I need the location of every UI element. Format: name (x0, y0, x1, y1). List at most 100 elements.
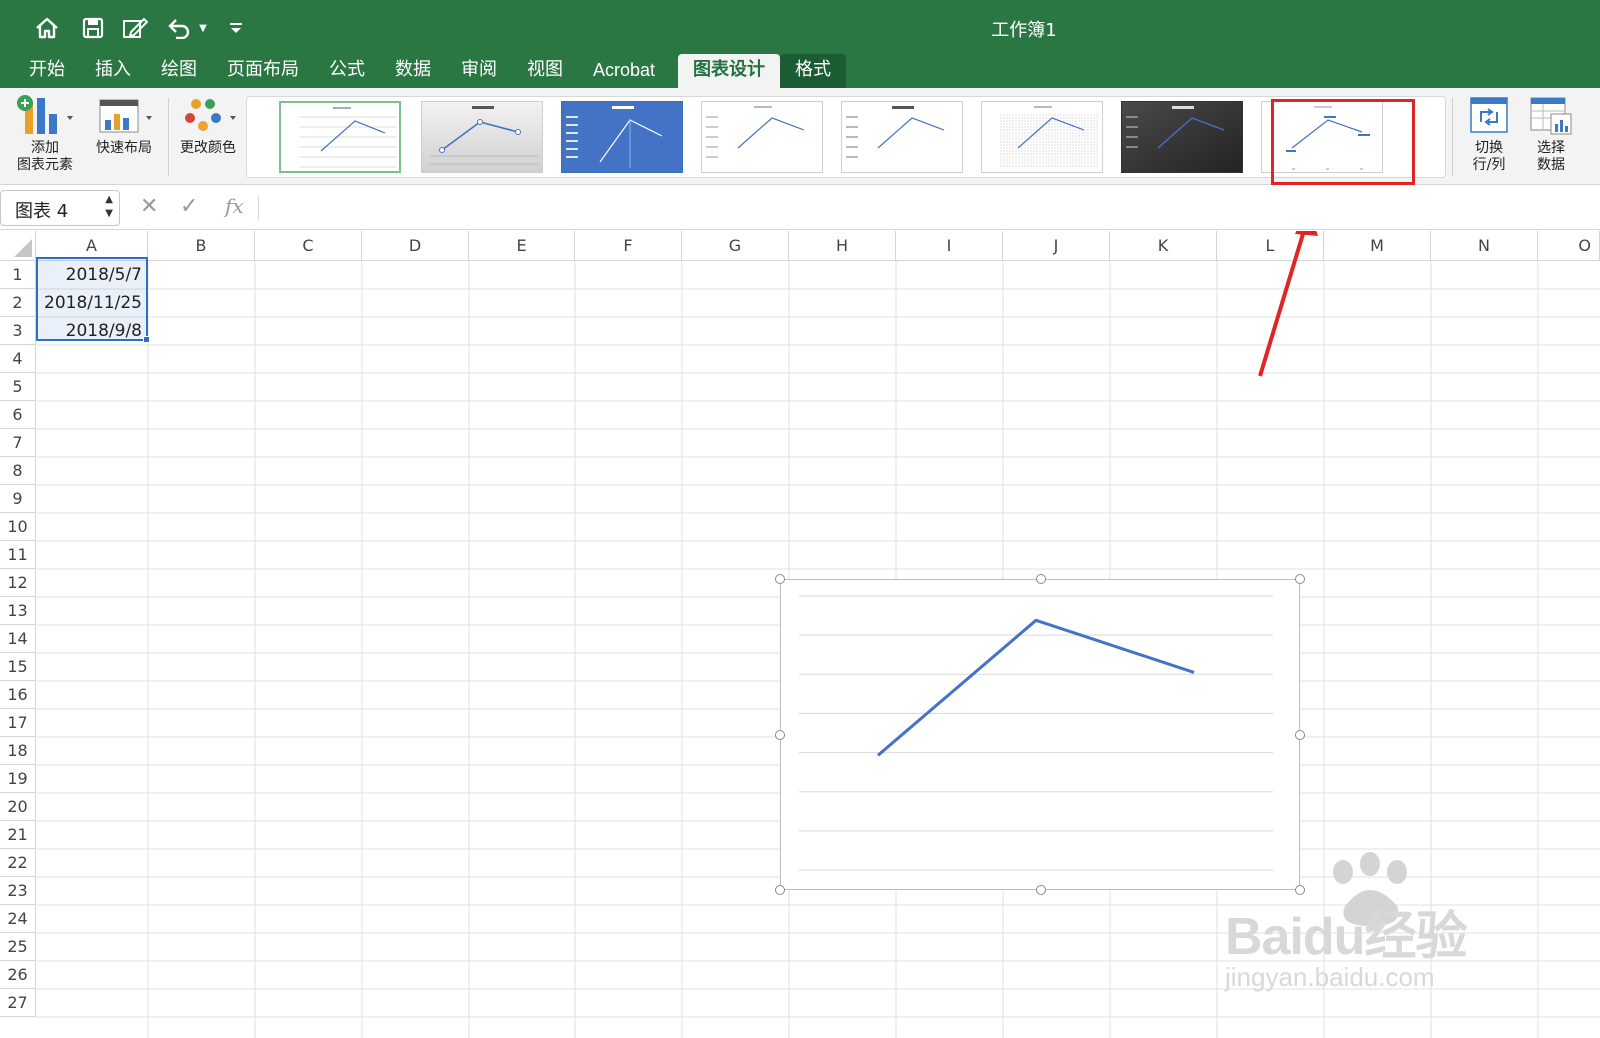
tab-format[interactable]: 格式 (780, 54, 847, 88)
row-header[interactable]: 18 (0, 737, 36, 765)
row-header[interactable]: 27 (0, 989, 36, 1017)
formula-input[interactable] (270, 196, 1570, 222)
resize-handle[interactable] (1295, 730, 1305, 740)
switch-row-column-icon (1470, 97, 1508, 133)
baidu-watermark: Baidu经验 jingyan.baidu.com (1225, 846, 1525, 996)
tab-review[interactable]: 审阅 (446, 54, 512, 88)
column-header[interactable]: C (255, 231, 362, 261)
row-header[interactable]: 23 (0, 877, 36, 905)
cell-a2[interactable]: 2018/11/25 (36, 289, 148, 317)
watermark-url: jingyan.baidu.com (1225, 962, 1435, 992)
tab-insert[interactable]: 插入 (80, 54, 146, 88)
column-header[interactable]: F (575, 231, 682, 261)
row-header[interactable]: 20 (0, 793, 36, 821)
column-header[interactable]: J (1003, 231, 1110, 261)
chart-style-6[interactable] (981, 101, 1103, 173)
quick-layout-label: 快速布局 (96, 140, 152, 156)
highlighted-style-marker (1271, 99, 1415, 185)
switch-row-column-button[interactable]: 切换 行/列 (1458, 94, 1520, 174)
ribbon-tabs: 开始 插入 绘图 页面布局 公式 数据 审阅 视图 Acrobat 图表设计 格… (14, 54, 847, 88)
name-box-spinner-icon[interactable]: ▲ ▼ (105, 193, 113, 221)
row-header[interactable]: 26 (0, 961, 36, 989)
row-header[interactable]: 3 (0, 317, 36, 345)
select-data-label-2: 数据 (1537, 157, 1565, 173)
cell-a1[interactable]: 2018/5/7 (36, 261, 148, 289)
tab-acrobat[interactable]: Acrobat (578, 54, 670, 88)
switch-row-column-label-2: 行/列 (1472, 157, 1506, 173)
resize-handle[interactable] (775, 574, 785, 584)
chart-style-1[interactable] (279, 101, 401, 173)
insert-function-icon[interactable]: fx (225, 194, 244, 218)
name-box-value: 图表 4 (15, 201, 69, 222)
row-header[interactable]: 14 (0, 625, 36, 653)
add-chart-element-button[interactable]: 添加 图表元素 (10, 94, 80, 174)
column-header[interactable]: E (469, 231, 575, 261)
chart-style-5[interactable] (841, 101, 963, 173)
ribbon-divider (1452, 98, 1453, 176)
row-header[interactable]: 22 (0, 849, 36, 877)
row-header[interactable]: 24 (0, 905, 36, 933)
row-header[interactable]: 7 (0, 429, 36, 457)
row-header[interactable]: 2 (0, 289, 36, 317)
resize-handle[interactable] (775, 730, 785, 740)
column-header[interactable]: N (1431, 231, 1538, 261)
spreadsheet-grid[interactable]: A B C D E F G H I J K L M N O 1 2 3 4 5 … (0, 231, 1600, 1038)
select-data-button[interactable]: 选择 数据 (1520, 94, 1582, 174)
change-colors-button[interactable]: 更改颜色 (172, 94, 244, 157)
row-header[interactable]: 4 (0, 345, 36, 373)
switch-row-column-label-1: 切换 (1475, 140, 1503, 156)
row-header[interactable]: 21 (0, 821, 36, 849)
row-header[interactable]: 8 (0, 457, 36, 485)
row-header[interactable]: 15 (0, 653, 36, 681)
cell-a3[interactable]: 2018/9/8 (36, 317, 148, 345)
resize-handle[interactable] (1295, 574, 1305, 584)
enter-formula-icon[interactable]: ✓ (180, 194, 198, 219)
row-header[interactable]: 25 (0, 933, 36, 961)
row-header[interactable]: 9 (0, 485, 36, 513)
select-data-icon (1530, 97, 1572, 135)
tab-data[interactable]: 数据 (380, 54, 446, 88)
row-header[interactable]: 5 (0, 373, 36, 401)
row-header[interactable]: 6 (0, 401, 36, 429)
resize-handle[interactable] (1036, 574, 1046, 584)
tab-home[interactable]: 开始 (14, 54, 80, 88)
column-header[interactable]: B (148, 231, 255, 261)
name-box[interactable]: 图表 4 ▲ ▼ (0, 190, 120, 226)
column-header[interactable]: I (896, 231, 1003, 261)
quick-layout-button[interactable]: 快速布局 (84, 94, 164, 157)
chart-style-7[interactable] (1121, 101, 1243, 173)
add-chart-element-icon (17, 95, 73, 134)
row-header[interactable]: 13 (0, 597, 36, 625)
column-header[interactable]: D (362, 231, 469, 261)
tab-chart-design[interactable]: 图表设计 (678, 54, 781, 88)
row-header[interactable]: 10 (0, 513, 36, 541)
row-header[interactable]: 11 (0, 541, 36, 569)
column-header[interactable]: O (1538, 231, 1600, 261)
select-all-corner[interactable] (0, 231, 36, 261)
tab-formulas[interactable]: 公式 (314, 54, 380, 88)
tab-view[interactable]: 视图 (512, 54, 578, 88)
chart-object[interactable] (775, 574, 1305, 895)
cancel-formula-icon[interactable]: ✕ (140, 194, 158, 219)
tab-page-layout[interactable]: 页面布局 (212, 54, 314, 88)
row-header[interactable]: 12 (0, 569, 36, 597)
column-header[interactable]: H (789, 231, 896, 261)
row-header[interactable]: 16 (0, 681, 36, 709)
ribbon-divider (168, 98, 169, 176)
chart-style-3[interactable] (561, 101, 683, 173)
row-header[interactable]: 17 (0, 709, 36, 737)
column-header[interactable]: K (1110, 231, 1217, 261)
window-title: 工作簿1 (991, 20, 1057, 41)
formula-bar: 图表 4 ▲ ▼ ✕ ✓ fx (0, 186, 1600, 230)
column-header[interactable]: G (682, 231, 789, 261)
chart-style-4[interactable] (701, 101, 823, 173)
chart-series-line[interactable] (877, 618, 1195, 757)
resize-handle[interactable] (775, 885, 785, 895)
chart-styles-gallery: ▶ (246, 96, 1446, 178)
resize-handle[interactable] (1036, 885, 1046, 895)
row-header[interactable]: 1 (0, 261, 36, 289)
watermark-brand: Baidu经验 (1225, 908, 1467, 966)
chart-style-2[interactable] (421, 101, 543, 173)
row-header[interactable]: 19 (0, 765, 36, 793)
tab-draw[interactable]: 绘图 (146, 54, 212, 88)
